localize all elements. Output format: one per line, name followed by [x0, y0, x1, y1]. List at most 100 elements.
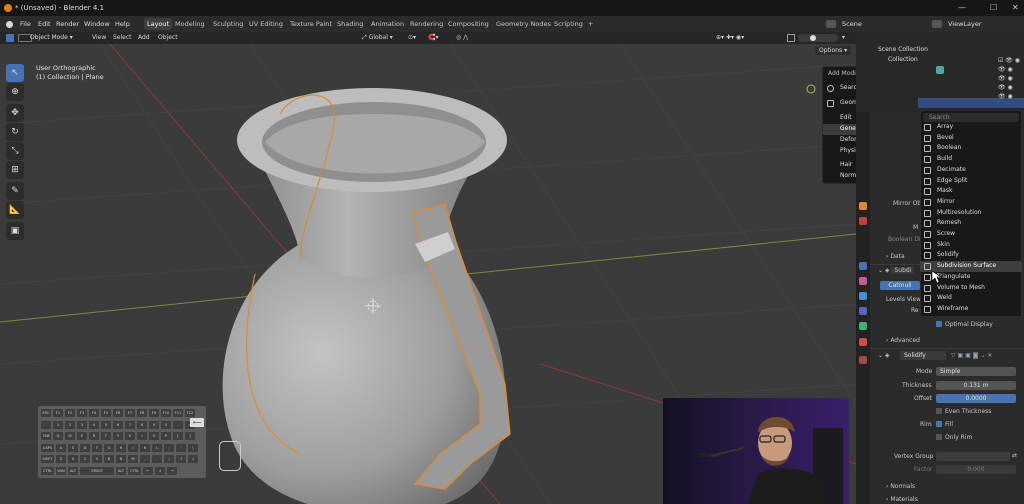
close-icon[interactable]: ✕ [1012, 0, 1019, 16]
submenu-search-field[interactable]: Search [923, 113, 1019, 122]
material-tab-icon[interactable] [859, 338, 867, 346]
options-dropdown[interactable]: Options ▾ [815, 46, 852, 55]
shading-dropdown-icon[interactable]: ▾ [842, 32, 845, 44]
catmull-clark-button[interactable]: Catmull [880, 281, 920, 290]
world-tab-icon[interactable] [859, 217, 867, 225]
physics-tab-icon[interactable] [859, 292, 867, 300]
vertex-group-field[interactable] [936, 452, 1010, 461]
move-tool-button[interactable]: ✥ [6, 104, 24, 122]
object-tab-icon[interactable] [859, 202, 867, 210]
scene-collection-label[interactable]: Scene Collection [878, 46, 928, 53]
modifier-item-screw[interactable]: Screw [920, 229, 1022, 240]
modifier-item-mirror[interactable]: Mirror [920, 197, 1022, 208]
modifier-item-mask[interactable]: Mask [920, 186, 1022, 197]
modifier-item-boolean[interactable]: Boolean [920, 143, 1022, 154]
minimize-icon[interactable]: — [958, 0, 966, 16]
tab-scripting[interactable]: Scripting [551, 18, 586, 30]
modifier-item-edge-split[interactable]: Edge Split [920, 176, 1022, 187]
proportional-edit-icon[interactable]: ◎ ⋀ [456, 32, 468, 44]
thickness-field[interactable]: 0.131 m [936, 381, 1016, 390]
tab-compositing[interactable]: Compositing [445, 18, 492, 30]
mode-dropdown[interactable]: Simple [936, 367, 1016, 376]
select-tool-button[interactable]: ↖ [6, 64, 24, 82]
tab-geometry-nodes[interactable]: Geometry Nodes [493, 18, 554, 30]
visibility-icons[interactable]: ☑ 👁 ◉ 👁 ◉ 👁 ◉ 👁 ◉ 👁 ◉ [998, 56, 1020, 101]
select-menu[interactable]: Select [113, 32, 132, 44]
tab-shading[interactable]: Shading [334, 18, 366, 30]
modifier-item-weld[interactable]: Weld [920, 293, 1022, 304]
solid-shading-icon[interactable] [810, 35, 816, 41]
menu-edit[interactable]: Edit [38, 16, 51, 32]
tab-layout[interactable]: Layout [144, 18, 173, 30]
xray-icon[interactable] [787, 34, 795, 42]
tab-modeling[interactable]: Modeling [172, 18, 208, 30]
modifier-item-solidify[interactable]: Solidify [920, 250, 1022, 261]
solidify-name-field[interactable]: Solidify [900, 351, 946, 360]
view-layer-icon[interactable] [932, 20, 942, 28]
editor-type-icon[interactable] [6, 34, 14, 42]
only-rim-checkbox[interactable]: Only Rim [936, 434, 972, 441]
measure-tool-button[interactable]: 📐 [6, 201, 24, 219]
modifier-item-wireframe[interactable]: Wireframe [920, 304, 1022, 315]
add-menu[interactable]: Add [138, 32, 150, 44]
blender-menu-icon[interactable] [6, 21, 13, 28]
data-section-header[interactable]: › Data [886, 253, 905, 260]
invert-icon[interactable]: ⇄ [1012, 452, 1017, 459]
menu-render[interactable]: Render [56, 16, 79, 32]
shading-mode-icons[interactable] [798, 34, 838, 42]
add-workspace-button[interactable]: + [585, 18, 596, 30]
offset-field[interactable]: 0.0000 [936, 394, 1016, 403]
constraints-tab-icon[interactable] [859, 307, 867, 315]
add-cube-tool-button[interactable]: ▣ [6, 222, 24, 240]
tab-texture-paint[interactable]: Texture Paint [287, 18, 335, 30]
modifier-item-build[interactable]: Build [920, 154, 1022, 165]
even-thickness-checkbox[interactable]: Even Thickness [936, 408, 991, 415]
texture-tab-icon[interactable] [859, 356, 867, 364]
remesh-icon [924, 220, 931, 228]
tab-rendering[interactable]: Rendering [407, 18, 446, 30]
optimal-display-checkbox[interactable]: Optimal Display [936, 321, 993, 328]
object-mode-dropdown[interactable]: Object Mode ▾ [30, 32, 73, 44]
pivot-icon[interactable]: ⊙▾ [408, 32, 416, 44]
data-tab-icon[interactable] [859, 322, 867, 330]
menu-file[interactable]: File [20, 16, 31, 32]
modifier-item-volume-to-mesh[interactable]: Volume to Mesh [920, 283, 1022, 294]
solidify-modifier-header[interactable]: ⌄ ◈ [878, 352, 890, 359]
modifier-item-array[interactable]: Array [920, 122, 1022, 133]
menu-help[interactable]: Help [115, 16, 130, 32]
modifier-item-bevel[interactable]: Bevel [920, 133, 1022, 144]
factor-field[interactable]: 0.000 [936, 465, 1016, 474]
gizmo-icons[interactable]: ⊕▾ ✚▾ ◉▾ [716, 32, 744, 44]
scale-tool-button[interactable]: ⤡ [6, 142, 24, 160]
tab-uv-editing[interactable]: UV Editing [246, 18, 286, 30]
modifier-item-multiresolution[interactable]: Multiresolution [920, 208, 1022, 219]
modifier-toggle-icons[interactable]: ▽ ▣ ▣ ◙ ⌄ ✕ [951, 352, 992, 359]
transform-orientation-dropdown[interactable]: ⤢ Global ▾ [362, 32, 393, 44]
subdiv-modifier-header[interactable]: ⌄ ◈ Subdi [878, 267, 915, 274]
scene-name[interactable]: Scene [842, 16, 862, 32]
normals-section-header[interactable]: › Normals [886, 483, 915, 490]
advanced-section-header[interactable]: › Advanced [886, 337, 920, 344]
annotate-tool-button[interactable]: ✎ [6, 182, 24, 200]
transform-tool-button[interactable]: ⊞ [6, 161, 24, 179]
tab-sculpting[interactable]: Sculpting [210, 18, 246, 30]
collection-label[interactable]: Collection [888, 56, 918, 63]
rotate-tool-button[interactable]: ↻ [6, 123, 24, 141]
materials-section-header[interactable]: › Materials [886, 496, 918, 503]
maximize-icon[interactable]: ☐ [990, 0, 997, 16]
snap-icon[interactable]: 🧲▾ [428, 32, 438, 44]
object-menu[interactable]: Object [158, 32, 178, 44]
particles-tab-icon[interactable] [859, 277, 867, 285]
modifier-tab-icon[interactable] [859, 262, 867, 270]
modifier-item-remesh[interactable]: Remesh [920, 218, 1022, 229]
tab-animation[interactable]: Animation [368, 18, 407, 30]
keyboard-key: 6 [113, 420, 123, 429]
scene-icon[interactable] [826, 20, 836, 28]
cursor-tool-button[interactable]: ⊕ [6, 83, 24, 101]
menu-window[interactable]: Window [84, 16, 110, 32]
modifier-item-decimate[interactable]: Decimate [920, 165, 1022, 176]
view-menu[interactable]: View [92, 32, 106, 44]
view-layer-name[interactable]: ViewLayer [948, 16, 982, 32]
fill-checkbox[interactable]: Fill [936, 421, 953, 428]
modifier-item-skin[interactable]: Skin [920, 240, 1022, 251]
